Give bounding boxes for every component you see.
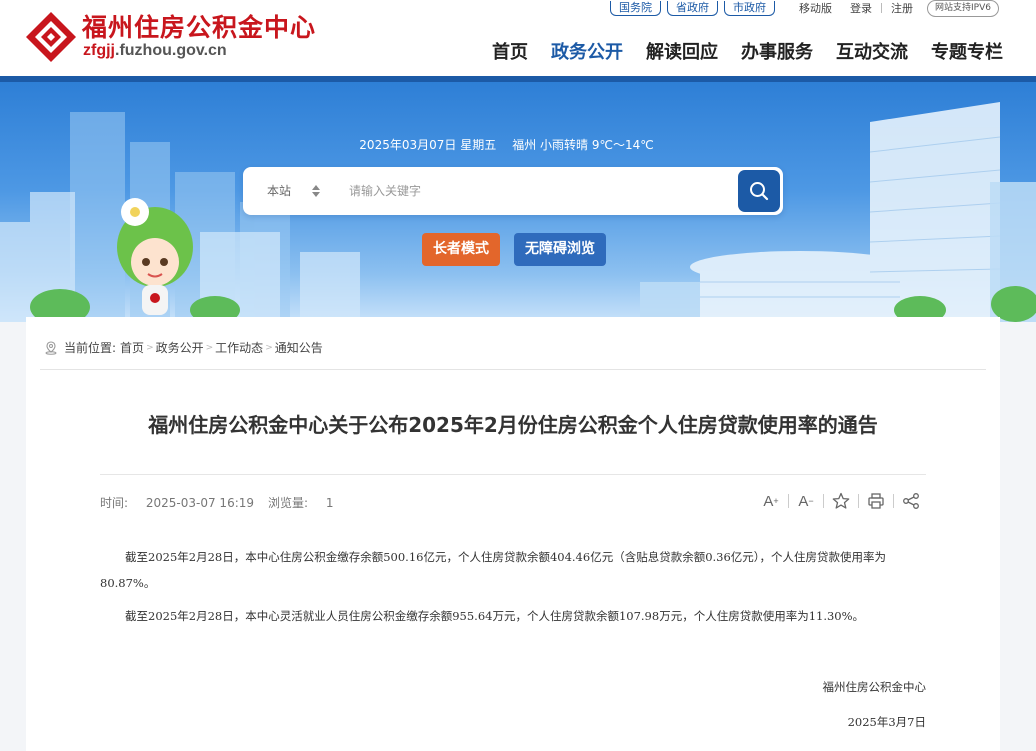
font-increase-icon[interactable]: A + <box>760 490 782 512</box>
divider <box>100 474 926 475</box>
site-domain: zfgjj.fuzhou.gov.cn <box>83 42 227 59</box>
divider <box>881 3 882 13</box>
nav-interpretation[interactable]: 解读回应 <box>646 38 718 64</box>
banner: 2025年03月07日 星期五 福州 小雨转晴 9℃～14℃ 本站 长者模式 无障… <box>0 82 1036 322</box>
search-button[interactable] <box>738 170 780 212</box>
ipv6-badge: 网站支持IPV6 <box>927 0 999 17</box>
share-icon[interactable] <box>900 490 922 512</box>
sort-arrows-icon[interactable] <box>312 183 320 199</box>
top-links: 国务院 省政府 市政府 移动版 登录 注册 网站支持IPV6 <box>610 0 999 17</box>
article-paragraph: 截至2025年2月28日，本中心灵活就业人员住房公积金缴存余额955.64万元，… <box>125 609 865 623</box>
link-shengzhengfu[interactable]: 省政府 <box>667 0 718 16</box>
nav-government-affairs[interactable]: 政务公开 <box>551 38 623 64</box>
site-title: 福州住房公积金中心 <box>82 13 317 42</box>
main-nav: 首页 政务公开 解读回应 办事服务 互动交流 专题专栏 <box>492 38 1003 64</box>
nav-interaction[interactable]: 互动交流 <box>836 38 908 64</box>
breadcrumb-separator: > <box>205 342 214 353</box>
search-box: 本站 <box>243 167 783 215</box>
article-container: 当前位置: 首页 > 政务公开 > 工作动态 > 通知公告 福州住房公积金中心关… <box>26 317 1000 751</box>
breadcrumb-home[interactable]: 首页 <box>120 339 144 356</box>
weather-info: 福州 小雨转晴 9℃～14℃ <box>512 138 654 152</box>
site-logo[interactable]: 福州住房公积金中心 zfgjj.fuzhou.gov.cn <box>24 8 354 68</box>
article-paragraph: 截至2025年2月28日，本中心住房公积金缴存余额500.16亿元，个人住房贷款… <box>100 550 887 590</box>
breadcrumb-notices[interactable]: 通知公告 <box>275 339 323 356</box>
login-link[interactable]: 登录 <box>850 2 872 15</box>
search-scope-select[interactable]: 本站 <box>267 167 291 215</box>
breadcrumb-work-news[interactable]: 工作动态 <box>215 339 263 356</box>
register-link[interactable]: 注册 <box>891 2 913 15</box>
divider <box>788 494 789 508</box>
view-count: 浏览量: 1 <box>268 496 334 510</box>
article-title: 福州住房公积金中心关于公布2025年2月份住房公积金个人住房贷款使用率的通告 <box>148 413 878 437</box>
font-decrease-icon[interactable]: A − <box>795 490 817 512</box>
elder-mode-button[interactable]: 长者模式 <box>422 233 500 266</box>
nav-services[interactable]: 办事服务 <box>741 38 813 64</box>
mobile-version-link[interactable]: 移动版 <box>799 2 832 15</box>
article-tools: A + A − <box>760 490 922 512</box>
breadcrumb-prefix: 当前位置: <box>64 341 117 355</box>
link-guowuyuan[interactable]: 国务院 <box>610 0 661 16</box>
print-icon[interactable] <box>865 490 887 512</box>
accessible-browse-button[interactable]: 无障碍浏览 <box>514 233 606 266</box>
nav-topics[interactable]: 专题专栏 <box>931 38 1003 64</box>
site-header: 福州住房公积金中心 zfgjj.fuzhou.gov.cn 国务院 省政府 市政… <box>0 0 1036 78</box>
article-signature: 福州住房公积金中心 <box>822 680 927 694</box>
search-input[interactable] <box>349 175 729 207</box>
breadcrumb-separator: > <box>265 342 273 353</box>
breadcrumb-separator: > <box>146 342 154 353</box>
search-icon <box>750 182 769 201</box>
date-weather-bar: 2025年03月07日 星期五 福州 小雨转晴 9℃～14℃ <box>0 136 1013 153</box>
divider <box>40 369 986 370</box>
location-icon <box>45 340 57 355</box>
nav-home[interactable]: 首页 <box>492 38 528 64</box>
article-meta: 时间: 2025-03-07 16:19 浏览量: 1 <box>100 494 334 511</box>
divider <box>893 494 894 508</box>
divider <box>823 494 824 508</box>
divider <box>858 494 859 508</box>
current-date: 2025年03月07日 星期五 <box>359 138 497 152</box>
star-icon[interactable] <box>830 490 852 512</box>
breadcrumb-government[interactable]: 政务公开 <box>156 339 204 356</box>
article-sign-date: 2025年3月7日 <box>847 715 926 729</box>
publish-time: 时间: 2025-03-07 16:19 <box>100 496 255 510</box>
logo-mark-icon <box>26 12 76 62</box>
link-shizhengfu[interactable]: 市政府 <box>724 0 775 16</box>
breadcrumb: 当前位置: 首页 > 政务公开 > 工作动态 > 通知公告 <box>44 339 323 356</box>
